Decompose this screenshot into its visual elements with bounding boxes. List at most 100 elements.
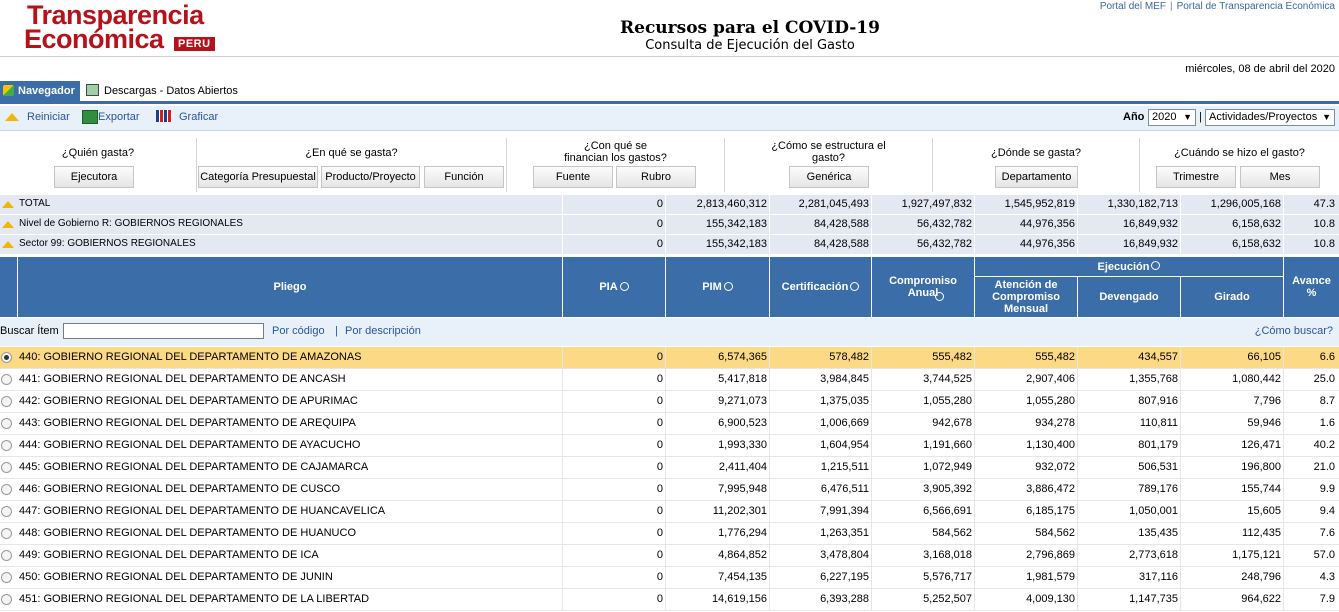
atencion-value: 934,278 [1035,417,1075,429]
table-row[interactable]: 447: GOBIERNO REGIONAL DEL DEPARTAMENTO … [0,501,1339,523]
pim-value: 1,993,330 [718,439,767,451]
avance-value: 9.4 [1319,505,1335,517]
pia-value: 0 [656,505,663,517]
row-radio[interactable] [1,572,12,583]
row-radio[interactable] [1,550,12,561]
avance-header[interactable]: Avance % [1284,257,1339,317]
por-codigo-link[interactable]: Por código [272,325,325,337]
pia-value: 0 [656,417,663,429]
anio-select[interactable]: 2020 ▼ [1148,109,1196,126]
table-row[interactable]: 440: GOBIERNO REGIONAL DEL DEPARTAMENTO … [0,347,1339,369]
summary-label: TOTAL [19,198,51,209]
info-icon[interactable] [935,292,944,301]
info-icon[interactable] [619,281,629,291]
summary-row-nivel[interactable]: Nivel de Gobierno R: GOBIERNOS REGIONALE… [0,215,1339,235]
producto-proyecto-button[interactable]: Producto/Proyecto [321,166,420,188]
compromiso-value: 942,678 [932,417,972,429]
page-subtitle: Consulta de Ejecución del Gasto [645,38,855,53]
devengado-header[interactable]: Devengado [1078,277,1181,317]
row-radio[interactable] [1,418,12,429]
table-row[interactable]: 441: GOBIERNO REGIONAL DEL DEPARTAMENTO … [0,369,1339,391]
avance-value: 40.2 [1313,439,1335,451]
question-quien-text: ¿Quién gasta? [61,147,135,159]
compromiso-value: 3,168,018 [923,549,972,561]
table-row[interactable]: 445: GOBIERNO REGIONAL DEL DEPARTAMENTO … [0,457,1339,479]
categoria-presupuestal-button[interactable]: Categoría Presupuestal [198,166,318,188]
select-column-header [0,257,18,317]
compromiso-header[interactable]: Compromiso Anual [872,257,975,317]
row-radio[interactable] [1,528,12,539]
info-icon[interactable] [850,281,860,291]
row-radio[interactable] [1,352,12,363]
table-row[interactable]: 442: GOBIERNO REGIONAL DEL DEPARTAMENTO … [0,391,1339,413]
por-descripcion-link[interactable]: Por descripción [345,325,421,337]
table-row[interactable]: 443: GOBIERNO REGIONAL DEL DEPARTAMENTO … [0,413,1339,435]
fuente-button[interactable]: Fuente [533,166,613,188]
pim-value: 14,619,156 [711,593,767,605]
logo[interactable]: Transparencia Económica PERU [24,0,234,54]
search-input[interactable] [63,323,264,339]
summary-row-total[interactable]: TOTAL 0 2,813,460,312 2,281,045,493 1,92… [0,195,1339,215]
certificacion-value: 3,478,804 [820,549,869,561]
avance-value: 4.3 [1319,571,1335,583]
mes-button[interactable]: Mes [1240,166,1320,188]
generica-button[interactable]: Genérica [789,166,869,188]
ejecucion-header-label: Ejecución [1097,260,1150,273]
trimestre-button[interactable]: Trimestre [1156,166,1236,188]
graficar-button[interactable]: Graficar [156,110,218,123]
summary-row-sector[interactable]: Sector 99: GOBIERNOS REGIONALES 0 155,34… [0,235,1339,255]
reiniciar-button[interactable]: Reiniciar [5,111,70,123]
table-row[interactable]: 451: GOBIERNO REGIONAL DEL DEPARTAMENTO … [0,589,1339,611]
pim-value: 1,776,294 [718,527,767,539]
avance-value: 21.0 [1313,461,1335,473]
funcion-button[interactable]: Función [424,166,504,188]
nivel-select[interactable]: Actividades/Proyectos ▼ [1205,109,1335,126]
table-row[interactable]: 446: GOBIERNO REGIONAL DEL DEPARTAMENTO … [0,479,1339,501]
exportar-button[interactable]: Exportar [82,110,140,124]
girado-value: 126,471 [1241,439,1281,451]
search-row: Buscar Ítem Por código | Por descripción… [0,318,1339,346]
tab-navegador[interactable]: Navegador [0,81,80,101]
departamento-button[interactable]: Departamento [995,166,1078,188]
collapse-icon [2,201,14,208]
row-radio[interactable] [1,594,12,605]
row-radio[interactable] [1,440,12,451]
pliego-header[interactable]: Pliego [18,257,563,317]
devengado-value: 16,849,932 [1122,238,1178,250]
como-buscar-link[interactable]: ¿Cómo buscar? [1255,325,1333,337]
table-row[interactable]: 449: GOBIERNO REGIONAL DEL DEPARTAMENTO … [0,545,1339,567]
portal-mef-link[interactable]: Portal del MEF [1100,1,1166,12]
navegador-icon [3,85,14,96]
row-radio[interactable] [1,506,12,517]
devengado-value: 2,773,618 [1129,549,1178,561]
table-row[interactable]: 448: GOBIERNO REGIONAL DEL DEPARTAMENTO … [0,523,1339,545]
info-icon[interactable] [723,281,733,291]
pim-value: 7,995,948 [718,483,767,495]
pim-value: 155,342,183 [705,238,767,250]
row-radio[interactable] [1,396,12,407]
portal-transparencia-link[interactable]: Portal de Transparencia Económica [1177,1,1335,12]
pim-header[interactable]: PIM [666,257,770,317]
certificacion-header[interactable]: Certificación [770,257,872,317]
row-radio[interactable] [1,374,12,385]
tab-descargas-label: Descargas - Datos Abiertos [104,85,238,97]
girado-value: 964,622 [1241,593,1281,605]
table-row[interactable]: 444: GOBIERNO REGIONAL DEL DEPARTAMENTO … [0,435,1339,457]
row-radio[interactable] [1,462,12,473]
exportar-label: Exportar [98,111,140,123]
row-radio[interactable] [1,484,12,495]
pia-header[interactable]: PIA [563,257,666,317]
pliego-name: 450: GOBIERNO REGIONAL DEL DEPARTAMENTO … [19,571,333,583]
table-row[interactable]: 450: GOBIERNO REGIONAL DEL DEPARTAMENTO … [0,567,1339,589]
tab-descargas[interactable]: Descargas - Datos Abiertos [84,81,238,101]
certificacion-value: 84,428,588 [813,218,869,230]
avance-value: 9.9 [1319,483,1335,495]
compromiso-value: 5,576,717 [923,571,972,583]
ejecutora-button[interactable]: Ejecutora [54,166,134,188]
atencion-header[interactable]: Atención de Compromiso Mensual [975,277,1078,317]
pliego-name: 442: GOBIERNO REGIONAL DEL DEPARTAMENTO … [19,395,358,407]
rubro-button[interactable]: Rubro [616,166,696,188]
girado-header[interactable]: Girado [1181,277,1284,317]
info-icon[interactable] [1151,261,1161,270]
toolbar-separator: | [1199,111,1202,123]
